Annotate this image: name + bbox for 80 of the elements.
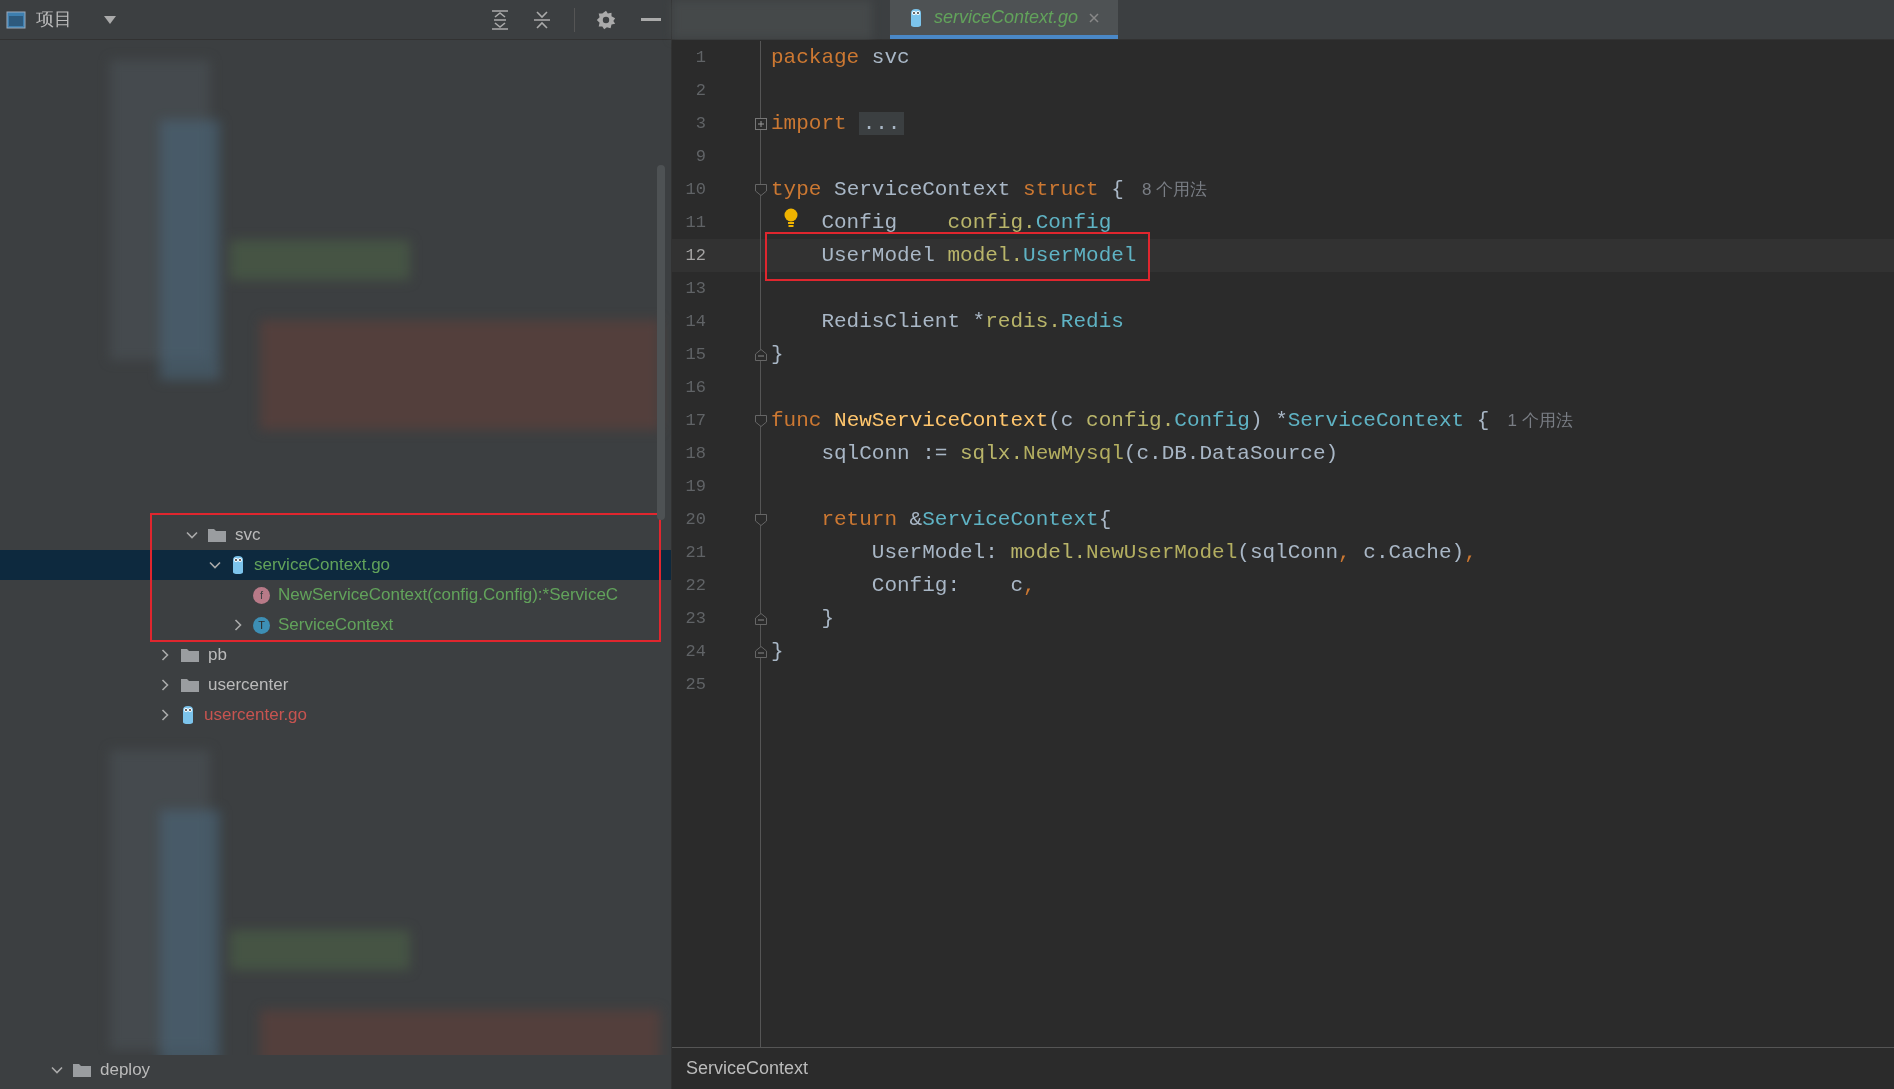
code-line: UserModel model.UserModel xyxy=(821,243,1137,267)
usage-hint[interactable]: 8 个用法 xyxy=(1141,176,1208,203)
line-number: 12 xyxy=(684,244,706,267)
line-number: 23 xyxy=(684,607,706,630)
line-number: 10 xyxy=(684,178,706,201)
line-number: 24 xyxy=(684,640,706,663)
fold-icon[interactable] xyxy=(754,513,768,527)
line-number: 14 xyxy=(684,310,706,333)
tree-item-label: deploy xyxy=(100,1059,151,1082)
line-number: 9 xyxy=(694,145,706,168)
fold-icon[interactable] xyxy=(754,183,768,197)
gopher-file-icon xyxy=(230,555,246,575)
tree-item[interactable]: T ServiceContext xyxy=(0,610,671,640)
tree-item-label: ServiceContext xyxy=(278,614,394,637)
code-line: RedisClient *redis.Redis xyxy=(821,309,1124,333)
line-number: 11 xyxy=(684,211,706,234)
expand-all-icon[interactable] xyxy=(490,8,510,31)
code-line: } xyxy=(771,342,784,366)
editor-tab[interactable]: serviceContext.go xyxy=(890,0,1119,39)
tab-label: serviceContext.go xyxy=(934,6,1079,29)
tree-item-label: svc xyxy=(235,524,261,547)
line-number: 21 xyxy=(684,541,706,564)
tree-item-label: NewServiceContext(config.Config):*ServiceC xyxy=(278,584,619,607)
function-icon: f xyxy=(253,586,270,604)
tree-item[interactable]: deploy xyxy=(0,1055,671,1085)
line-number: 18 xyxy=(684,442,706,465)
tree-item-label: usercenter.go xyxy=(204,704,307,727)
tree-item[interactable]: f NewServiceContext(config.Config):*ServiceC xyxy=(0,580,671,610)
folder-icon xyxy=(207,527,227,543)
folder-icon xyxy=(72,1062,92,1078)
line-number: 13 xyxy=(684,277,706,300)
code-line: package svc xyxy=(771,45,910,69)
fold-icon[interactable] xyxy=(754,348,768,362)
scrollbar[interactable] xyxy=(657,165,665,520)
line-number: 1 xyxy=(694,46,706,69)
gopher-file-icon xyxy=(908,7,924,28)
line-number: 15 xyxy=(684,343,706,366)
settings-icon[interactable] xyxy=(595,8,617,31)
code-line: Config config.Config xyxy=(821,210,1112,234)
dropdown-caret-icon[interactable] xyxy=(102,13,118,26)
panel-window-icon xyxy=(6,10,26,29)
line-number: 2 xyxy=(694,79,706,102)
panel-title[interactable]: 项目 xyxy=(36,6,72,33)
line-number: 3 xyxy=(694,112,706,135)
breadcrumb[interactable]: ServiceContext xyxy=(686,1055,809,1082)
collapse-all-icon[interactable] xyxy=(532,8,552,31)
gopher-file-icon xyxy=(180,705,196,725)
tree-item[interactable]: svc xyxy=(0,520,671,550)
line-number: 16 xyxy=(684,376,706,399)
code-line: } xyxy=(821,606,834,630)
usage-hint[interactable]: 1 个用法 xyxy=(1507,407,1573,434)
tree-item[interactable]: serviceContext.go xyxy=(0,550,671,580)
code-line: } xyxy=(771,639,784,663)
code-line: Config: c, xyxy=(871,573,1036,597)
minimize-icon[interactable] xyxy=(641,17,661,22)
type-icon: T xyxy=(253,616,270,634)
code-line: return &ServiceContext{ xyxy=(821,507,1112,531)
fold-icon[interactable] xyxy=(754,414,768,428)
fold-icon[interactable] xyxy=(754,612,768,626)
folder-icon xyxy=(180,677,200,693)
line-number: 20 xyxy=(684,508,706,531)
line-number: 25 xyxy=(684,673,706,696)
tree-item[interactable]: usercenter xyxy=(0,670,671,700)
folder-icon xyxy=(180,647,200,663)
unfold-icon[interactable] xyxy=(754,117,768,131)
code-line: type ServiceContext struct { xyxy=(771,177,1124,201)
fold-icon[interactable] xyxy=(754,645,768,659)
code-line: func NewServiceContext(c config.Config) *ServiceContext { xyxy=(771,408,1490,432)
tree-item-label: usercenter xyxy=(208,674,289,697)
code-line: UserModel: model.NewUserModel(sqlConn, c.Cache), xyxy=(871,540,1477,564)
line-number: 17 xyxy=(684,409,706,432)
tree-item-label: pb xyxy=(208,644,227,667)
code-line: sqlConn := sqlx.NewMysql(c.DB.DataSource) xyxy=(821,441,1339,465)
line-number: 22 xyxy=(684,574,706,597)
tree-item-label: serviceContext.go xyxy=(254,554,391,577)
close-icon[interactable] xyxy=(1088,11,1101,24)
tree-item[interactable]: pb xyxy=(0,640,671,670)
code-line: import ... xyxy=(771,111,905,135)
line-number: 19 xyxy=(684,475,706,498)
lightbulb-icon[interactable] xyxy=(783,208,799,230)
